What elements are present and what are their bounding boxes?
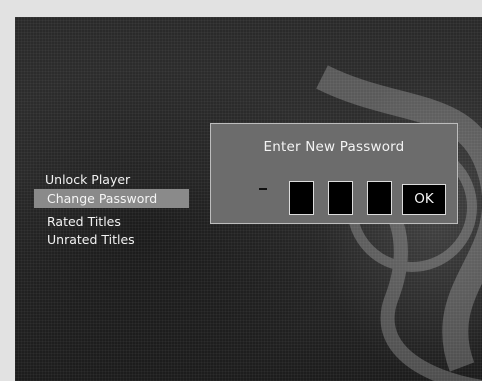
player-screen: Unlock Player Change Password Rated Titl… <box>15 17 482 381</box>
menu-item-unrated-titles[interactable]: Unrated Titles <box>34 231 194 249</box>
menu-item-unlock-player[interactable]: Unlock Player <box>34 170 194 189</box>
password-dash <box>259 188 267 190</box>
dialog-title: Enter New Password <box>263 139 405 155</box>
menu-item-change-password[interactable]: Change Password <box>34 189 189 208</box>
menu-item-rated-titles[interactable]: Rated Titles <box>34 213 194 231</box>
password-digit-field-2[interactable] <box>328 181 353 215</box>
menu-item-label: Rated Titles <box>47 214 121 229</box>
menu-item-label: Change Password <box>47 191 158 206</box>
menu-item-label: Unlock Player <box>45 172 131 187</box>
menu-item-label: Unrated Titles <box>47 232 135 247</box>
password-dialog: Enter New Password OK <box>210 123 458 224</box>
password-digit-field-1[interactable] <box>289 181 314 215</box>
parental-control-menu: Unlock Player Change Password Rated Titl… <box>34 170 194 249</box>
ok-button[interactable]: OK <box>402 184 446 215</box>
password-digit-field-3[interactable] <box>367 181 392 215</box>
